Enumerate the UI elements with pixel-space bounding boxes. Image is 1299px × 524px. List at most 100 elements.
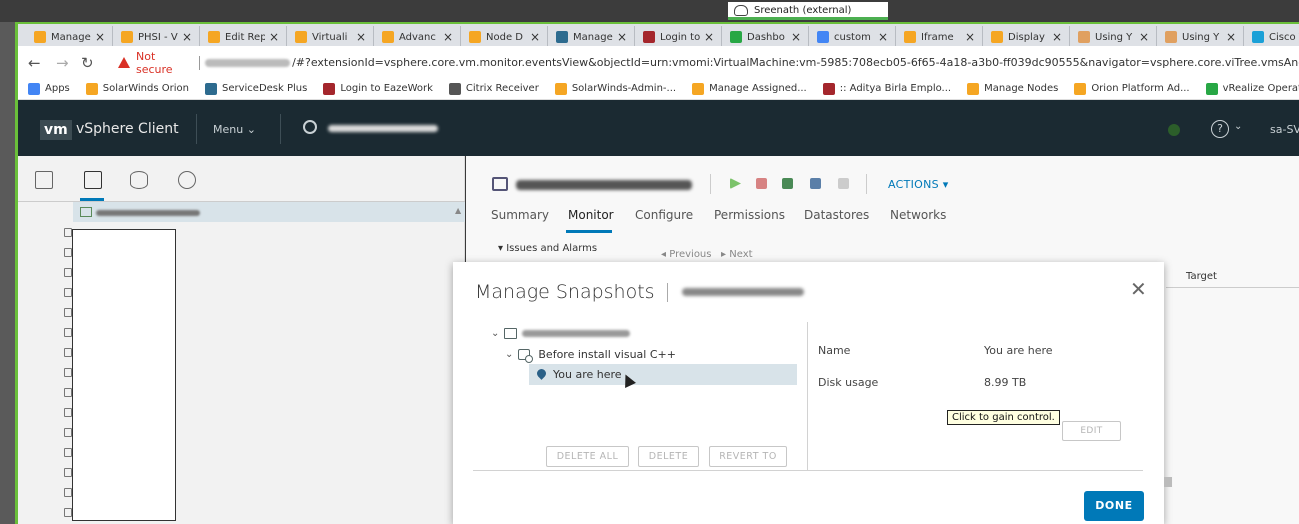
vm-icon[interactable]	[64, 408, 72, 417]
browser-tab[interactable]: Virtuali ×	[287, 26, 374, 48]
bookmark-item[interactable]: :: Aditya Birla Emplo...	[822, 82, 951, 95]
scrollbar[interactable]	[1164, 477, 1172, 487]
bookmark-item[interactable]: vRealize Operations...	[1205, 82, 1299, 95]
close-icon[interactable]: ×	[530, 30, 540, 44]
browser-tab[interactable]: Iframe ×	[896, 26, 983, 48]
bookmark-item[interactable]: SolarWinds Orion	[85, 82, 189, 95]
close-icon[interactable]: ×	[617, 30, 627, 44]
vm-icon[interactable]	[64, 268, 72, 277]
close-icon[interactable]: ×	[878, 30, 888, 44]
browser-tab[interactable]: Manage ×	[548, 26, 635, 48]
bookmark-item[interactable]: Citrix Receiver	[448, 82, 539, 95]
tree-node-vm[interactable]: ⌄	[491, 328, 631, 339]
browser-tab[interactable]: Using Y ×	[1070, 26, 1157, 48]
close-icon[interactable]: ×	[704, 30, 714, 44]
browser-tab[interactable]: Advanc ×	[374, 26, 461, 48]
vm-icon[interactable]	[64, 328, 72, 337]
migrate-icon[interactable]	[810, 178, 821, 189]
close-icon[interactable]: ×	[1052, 30, 1062, 44]
snapshot-icon[interactable]	[838, 178, 849, 189]
browser-tab[interactable]: Login to ×	[635, 26, 722, 48]
tab-summary[interactable]: Summary	[491, 208, 549, 222]
browser-tab[interactable]: custom ×	[809, 26, 896, 48]
close-icon[interactable]: ×	[791, 30, 801, 44]
done-button[interactable]: DONE	[1084, 491, 1144, 521]
bookmark-icon	[822, 82, 835, 95]
reload-icon[interactable]: ↻	[81, 54, 94, 72]
browser-tab[interactable]: Dashbo ×	[722, 26, 809, 48]
power-off-icon[interactable]	[756, 178, 767, 189]
screen-share-indicator[interactable]: Sreenath (external)	[728, 2, 888, 20]
bookmark-item[interactable]: Manage Nodes	[967, 82, 1058, 95]
url-field[interactable]: Not secure /#?extensionId=vsphere.core.v…	[118, 50, 1299, 76]
browser-tab[interactable]: PHSI - V ×	[113, 26, 200, 48]
browser-tab[interactable]: Cisco V	[1244, 26, 1299, 48]
tab-datastores[interactable]: Datastores	[804, 208, 869, 222]
vm-icon[interactable]	[64, 488, 72, 497]
close-icon[interactable]: ×	[182, 30, 192, 44]
networking-icon[interactable]	[178, 171, 196, 189]
browser-tab[interactable]: Node D ×	[461, 26, 548, 48]
vm-icon[interactable]	[64, 228, 72, 237]
column-header-target[interactable]: Target	[1166, 266, 1299, 288]
pager[interactable]: ◂ Previous ▸ Next	[661, 249, 753, 260]
chevron-down-icon[interactable]: ⌄	[505, 349, 513, 360]
search-icon[interactable]	[303, 120, 317, 134]
chevron-down-icon[interactable]: ⌄	[491, 328, 499, 339]
browser-tab[interactable]: Edit Rep ×	[200, 26, 287, 48]
storage-icon[interactable]	[130, 171, 148, 189]
browser-tab[interactable]: Manage ×	[26, 26, 113, 48]
bookmark-item[interactable]: SolarWinds-Admin-...	[554, 82, 676, 95]
chevron-down-icon[interactable]: ⌄	[1234, 121, 1242, 132]
vm-icon[interactable]	[64, 428, 72, 437]
browser-tab[interactable]: Using Y ×	[1157, 26, 1244, 48]
close-icon[interactable]: ×	[965, 30, 975, 44]
tree-node-current[interactable]: You are here	[529, 364, 797, 385]
vm-icon[interactable]	[64, 388, 72, 397]
back-icon[interactable]: ←	[28, 54, 41, 72]
bookmark-item[interactable]: Apps	[28, 82, 70, 95]
actions-menu[interactable]: ACTIONS ▾	[888, 178, 949, 191]
vms-templates-icon[interactable]	[84, 171, 102, 189]
tab-configure[interactable]: Configure	[635, 208, 693, 222]
tab-permissions[interactable]: Permissions	[714, 208, 785, 222]
bookmark-item[interactable]: ServiceDesk Plus	[204, 82, 307, 95]
delete-button[interactable]: DELETE	[638, 446, 699, 467]
edit-button[interactable]: EDIT	[1062, 421, 1121, 441]
vm-icon[interactable]	[64, 468, 72, 477]
close-icon[interactable]: ×	[1226, 30, 1236, 44]
console-icon[interactable]	[782, 178, 793, 189]
close-icon[interactable]: ×	[1139, 30, 1149, 44]
power-on-icon[interactable]	[730, 178, 741, 189]
hosts-clusters-icon[interactable]	[35, 171, 53, 189]
user-menu[interactable]: sa-SV	[1270, 123, 1299, 136]
vm-icon[interactable]	[64, 308, 72, 317]
vm-icon[interactable]	[64, 248, 72, 257]
bookmark-icon	[967, 82, 980, 95]
tab-monitor[interactable]: Monitor	[568, 208, 614, 222]
vm-icon[interactable]	[64, 368, 72, 377]
vm-icon[interactable]	[64, 348, 72, 357]
bookmark-item[interactable]: Login to EazeWork	[323, 82, 433, 95]
tree-node-snapshot[interactable]: ⌄ Before install visual C++	[505, 348, 676, 363]
bookmark-item[interactable]: Orion Platform Ad...	[1074, 82, 1190, 95]
close-icon[interactable]: ×	[443, 30, 453, 44]
vm-icon[interactable]	[64, 508, 72, 517]
revert-to-button[interactable]: REVERT TO	[709, 446, 787, 467]
help-icon[interactable]: ?	[1211, 120, 1229, 138]
tab-networks[interactable]: Networks	[890, 208, 946, 222]
close-icon[interactable]: ✕	[1130, 279, 1147, 299]
menu-button[interactable]: Menu ⌄	[213, 123, 256, 136]
scroll-up-icon[interactable]: ▲	[455, 206, 461, 215]
browser-tab[interactable]: Display ×	[983, 26, 1070, 48]
vm-icon[interactable]	[64, 448, 72, 457]
close-icon[interactable]: ×	[356, 30, 366, 44]
delete-all-button[interactable]: DELETE ALL	[546, 446, 629, 467]
gain-control-tooltip[interactable]: Click to gain control.	[947, 410, 1060, 425]
bookmark-item[interactable]: Manage Assigned...	[692, 82, 807, 95]
forward-icon[interactable]: →	[56, 54, 69, 72]
vm-icon[interactable]	[64, 288, 72, 297]
close-icon[interactable]: ×	[95, 30, 105, 44]
issues-alarms-section[interactable]: ▾ Issues and Alarms	[498, 243, 597, 254]
close-icon[interactable]: ×	[269, 30, 279, 44]
